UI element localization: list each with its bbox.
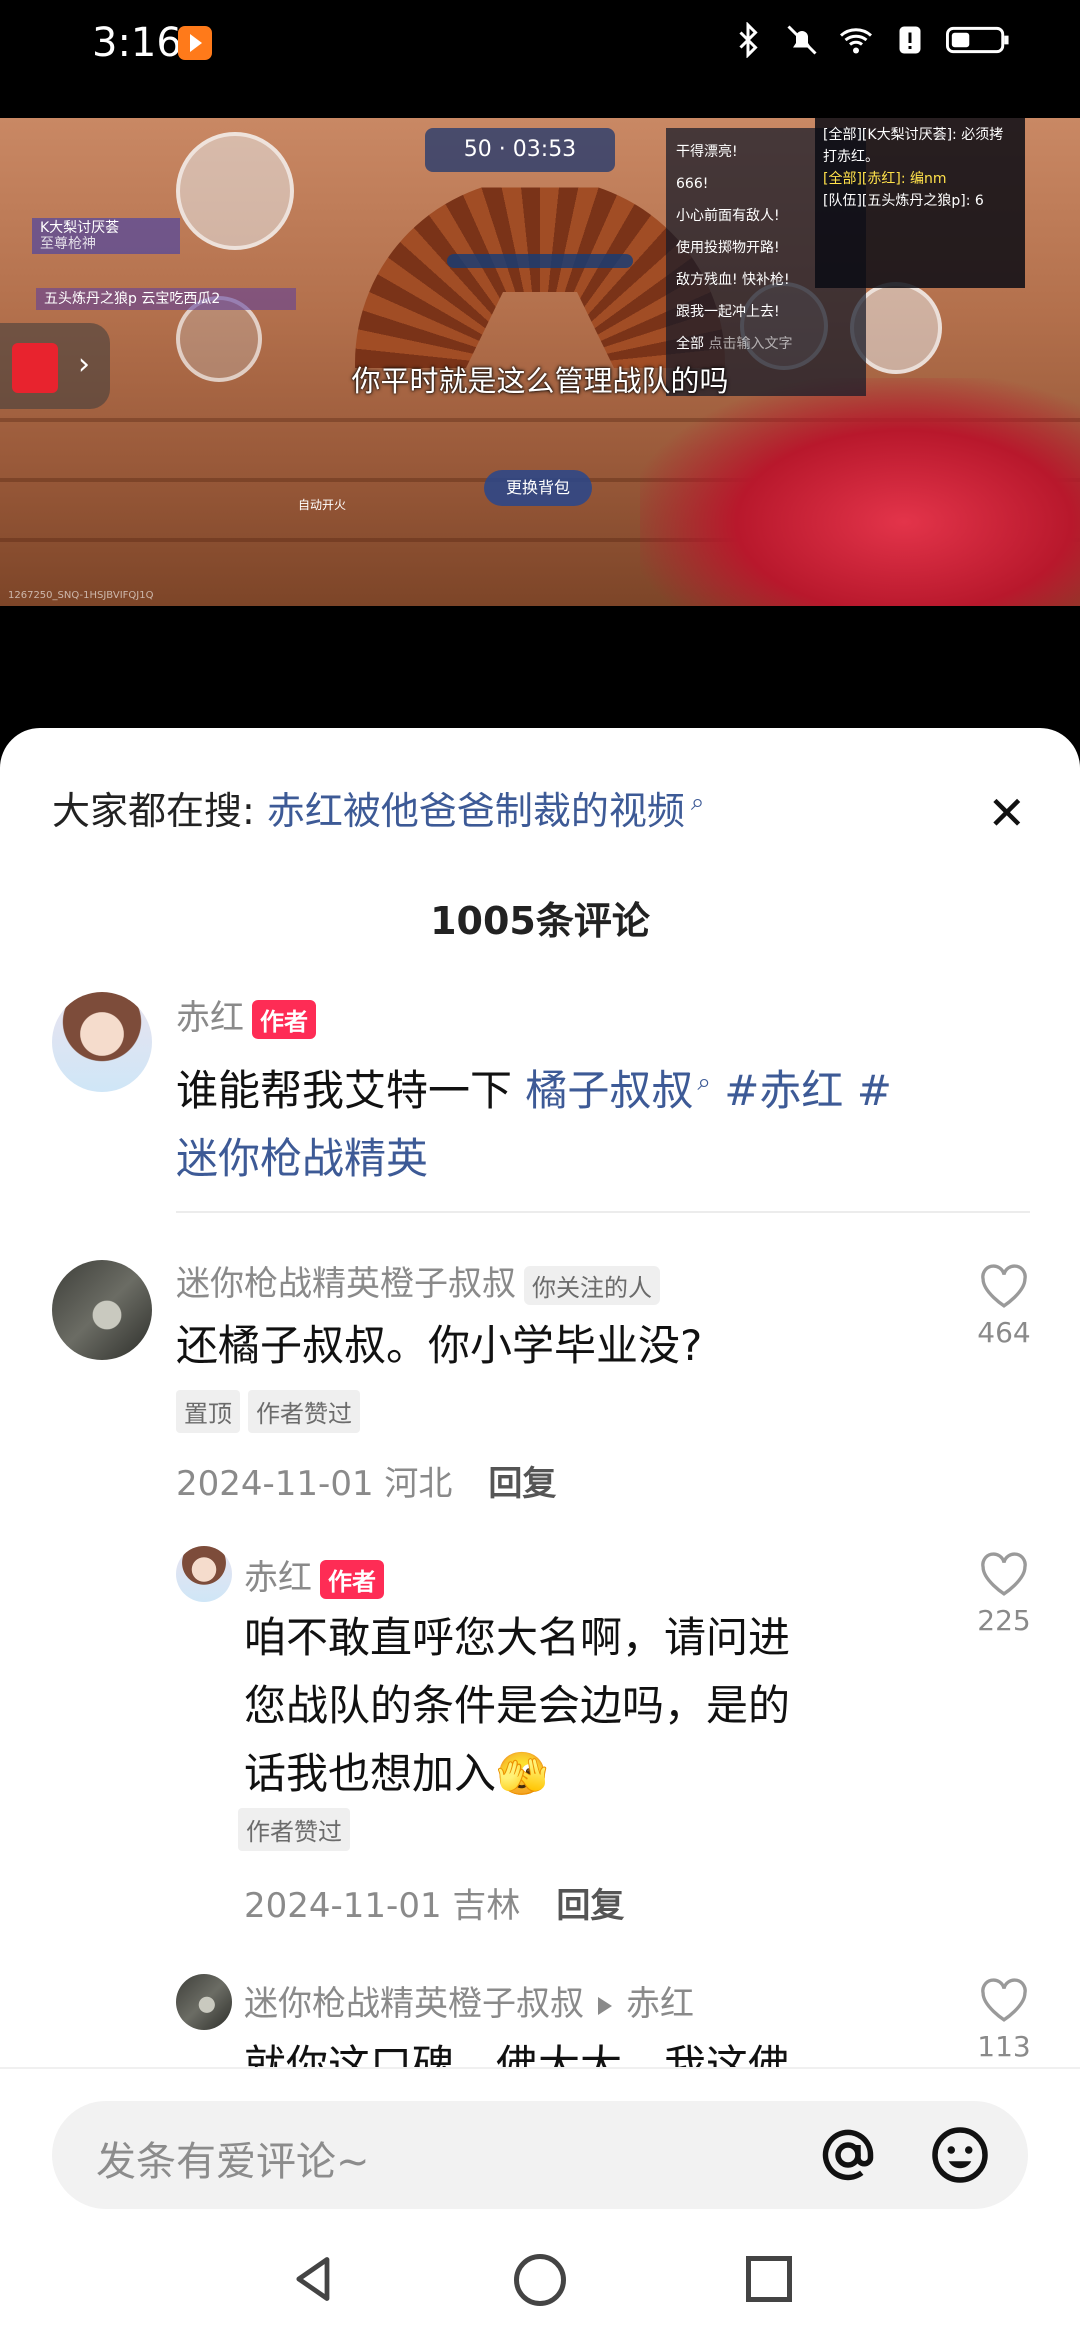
status-time: 3:16 [92,20,182,66]
game-score: 50 · 03:53 [425,128,615,172]
like-button[interactable]: 225 [974,1552,1034,1637]
reply-meta: 2024-11-01 吉林 回复 [244,1878,624,1927]
heart-icon [981,1552,1027,1596]
author-badge: 作者 [320,1560,384,1599]
like-button[interactable]: 464 [974,1264,1034,1349]
comment-text: 还橘子叔叔。你小学毕业没? [176,1321,703,1370]
alert-icon [899,26,921,54]
reply-text: 咱不敢直呼您大名啊，请问进 您战队的条件是会边吗，是的 话我也想加入🫣 [244,1613,791,1798]
author-liked-chip: 作者赞过 [238,1808,350,1851]
reply-chips: 作者赞过 [238,1808,350,1851]
comment-date: 2024-11-01 河北 [176,1464,453,1504]
status-icons [730,22,1010,58]
game-player-tag-2: 五头炼丹之狼p 云宝吃西瓜2 [36,288,296,310]
mute-icon [787,25,817,55]
home-icon[interactable] [514,2254,566,2306]
reply-author[interactable]: 迷你枪战精英橙子叔叔 赤红 [244,1976,694,2025]
reply-arrow-icon [598,1996,612,2015]
game-player-tag: K大梨讨厌荟 至尊枪神 [32,218,180,254]
comment-sheet: 大家都在搜: 赤红被他爸爸制裁的视频 ⌕ ✕ 1005条评论 赤红 作者 谁能帮我艾… [0,728,1080,2340]
heart-icon [981,1264,1027,1308]
comment-author[interactable]: 迷你枪战精英橙子叔叔 你关注的人 [176,1256,660,1305]
game-progress-bar [447,254,633,268]
game-chat-log: [全部][K大梨讨厌荟]: 必须拷打赤红。 [全部][赤红]: 编nm [队伍]… [815,118,1025,288]
comment-input[interactable]: 发条有爱评论~ [52,2101,1028,2209]
author-badge: 作者 [252,1000,316,1039]
following-badge: 你关注的人 [524,1266,660,1305]
game-auto-fire: 自动开火 [298,498,347,512]
game-weapon [640,378,1080,606]
wifi-icon [840,28,872,54]
back-icon[interactable] [288,2252,340,2306]
video-player[interactable]: 50 · 03:53 干得漂亮! 666! 小心前面有敌人! 使用投掷物开路! … [0,118,1080,606]
divider [176,1211,1030,1213]
suggested-search-keyword[interactable]: 赤红被他爸爸制裁的视频 [267,789,685,833]
game-grenade-button [176,132,294,250]
avatar[interactable] [52,992,152,1092]
close-icon[interactable]: ✕ [987,786,1026,840]
avatar[interactable] [52,1260,152,1360]
comment-input-placeholder: 发条有爱评论~ [96,2139,370,2185]
battery-icon [946,26,1009,54]
mention-link[interactable]: 橘子叔叔 [525,1066,693,1115]
like-count: 113 [977,2030,1031,2063]
avatar[interactable] [176,1974,232,2030]
video-watermark: 1267250_SNQ-1HSJBVIFQJ1Q [8,590,154,601]
like-count: 225 [977,1604,1031,1637]
video-app-icon [178,26,212,60]
recent-apps-icon[interactable] [746,2256,792,2302]
hashtag-link-2[interactable]: 迷你枪战精英 [176,1134,428,1183]
bluetooth-icon [739,22,758,58]
comment-meta: 2024-11-01 河北 回复 [176,1456,556,1505]
reply-author[interactable]: 赤红 作者 [244,1550,384,1599]
comment-chips: 置顶 作者赞过 [176,1390,360,1433]
system-nav-bar [0,2220,1080,2340]
heart-icon [981,1978,1027,2022]
search-icon: ⌕ [697,1068,711,1096]
game-change-bag: 更换背包 [484,470,592,506]
author-liked-chip: 作者赞过 [248,1390,360,1433]
hashtag-link[interactable]: #赤红 # [724,1066,892,1115]
like-count: 464 [977,1316,1031,1349]
comment-count: 1005条评论 [430,899,650,943]
avatar[interactable] [176,1546,232,1602]
reply-date: 2024-11-01 吉林 [244,1886,521,1926]
at-mention-icon[interactable] [818,2125,878,2185]
reply-button[interactable]: 回复 [556,1886,624,1926]
suggested-search-prefix: 大家都在搜: [52,789,255,833]
status-bar: 3:16 [0,0,1080,118]
video-gap [0,606,1080,728]
post-text: 谁能帮我艾特一下 橘子叔叔 ⌕ #赤红 # 迷你枪战精英 [176,1066,892,1183]
pinned-chip: 置顶 [176,1390,240,1433]
post-author[interactable]: 赤红 作者 [176,990,316,1039]
reply-button[interactable]: 回复 [488,1464,556,1504]
comment-input-bar: 发条有爱评论~ [0,2067,1080,2227]
like-button[interactable]: 113 [974,1978,1034,2063]
search-icon: ⌕ [690,788,705,817]
emoji-icon[interactable] [930,2125,990,2185]
suggested-search[interactable]: 大家都在搜: 赤红被他爸爸制裁的视频 ⌕ [52,780,704,835]
video-subtitle: 你平时就是这么管理战队的吗 [351,364,729,398]
